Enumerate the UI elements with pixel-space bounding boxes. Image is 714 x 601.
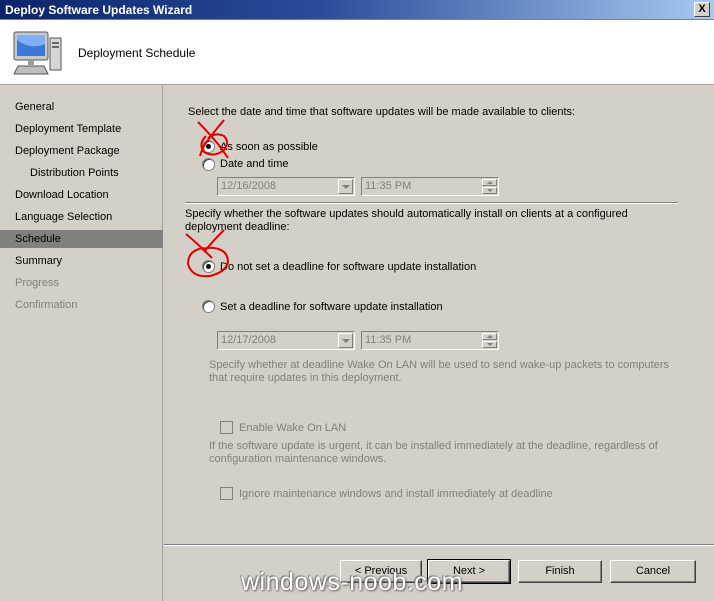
wol-description: Specify whether at deadline Wake On LAN … <box>209 359 670 384</box>
asap-label[interactable]: As soon as possible <box>220 141 318 154</box>
spin-down-icon[interactable] <box>482 341 497 348</box>
time-spinner[interactable] <box>482 333 497 348</box>
ignore-maintenance-label[interactable]: Ignore maintenance windows and install i… <box>239 488 553 501</box>
nav-item-summary[interactable]: Summary <box>0 252 163 270</box>
cancel-button[interactable]: Cancel <box>610 560 696 583</box>
spin-up-icon[interactable] <box>482 179 497 186</box>
page-header: Deployment Schedule <box>0 20 714 85</box>
set-deadline-radio[interactable] <box>202 300 215 313</box>
availability-time-picker[interactable]: 11:35 PM <box>361 177 499 196</box>
nav-item-general[interactable]: General <box>0 98 163 116</box>
nav-item-deployment-package[interactable]: Deployment Package <box>0 142 163 160</box>
wizard-window: Deploy Software Updates Wizard X Deploym… <box>0 0 714 601</box>
spin-down-icon[interactable] <box>482 187 497 194</box>
no-deadline-radio[interactable] <box>202 260 215 273</box>
deadline-prompt: Specify whether the software updates sho… <box>185 208 628 233</box>
deadline-time-picker[interactable]: 11:35 PM <box>361 331 499 350</box>
finish-button[interactable]: Finish <box>518 560 602 583</box>
window-title: Deploy Software Updates Wizard <box>5 3 193 17</box>
spin-up-icon[interactable] <box>482 333 497 340</box>
nav-item-progress: Progress <box>15 277 60 289</box>
chevron-down-icon[interactable] <box>338 333 353 348</box>
nav-item-language-selection[interactable]: Language Selection <box>0 208 163 226</box>
computer-icon <box>13 31 62 75</box>
section-divider <box>185 202 678 204</box>
datetime-label[interactable]: Date and time <box>220 158 288 171</box>
nav-item-schedule[interactable]: Schedule <box>0 230 163 248</box>
title-bar[interactable]: Deploy Software Updates Wizard X <box>0 0 714 20</box>
schedule-panel: Select the date and time that software u… <box>164 86 714 544</box>
ignore-maintenance-checkbox[interactable] <box>220 487 233 500</box>
footer-divider <box>164 544 714 546</box>
close-button[interactable]: X <box>694 2 710 17</box>
urgent-description: If the software update is urgent, it can… <box>209 440 658 465</box>
wol-label[interactable]: Enable Wake On LAN <box>239 422 346 435</box>
deadline-date-picker[interactable]: 12/17/2008 <box>217 331 355 350</box>
time-spinner[interactable] <box>482 179 497 194</box>
no-deadline-label[interactable]: Do not set a deadline for software updat… <box>220 261 476 274</box>
availability-prompt: Select the date and time that software u… <box>188 106 576 118</box>
deadline-time-value: 11:35 PM <box>365 334 412 346</box>
asap-radio[interactable] <box>202 140 215 153</box>
nav-item-download-location[interactable]: Download Location <box>0 186 163 204</box>
availability-time-value: 11:35 PM <box>365 180 412 192</box>
availability-date-picker[interactable]: 12/16/2008 <box>217 177 355 196</box>
nav-item-distribution-points[interactable]: Distribution Points <box>0 164 163 182</box>
nav-item-confirmation: Confirmation <box>15 299 78 311</box>
wizard-nav: General Deployment Template Deployment P… <box>0 86 163 601</box>
chevron-down-icon[interactable] <box>338 179 353 194</box>
deadline-date-value: 12/17/2008 <box>221 334 277 346</box>
wol-checkbox[interactable] <box>220 421 233 434</box>
availability-date-value: 12/16/2008 <box>221 180 277 192</box>
watermark: windows-noob.com <box>241 568 463 596</box>
nav-item-deployment-template[interactable]: Deployment Template <box>0 120 163 138</box>
datetime-radio[interactable] <box>202 158 215 171</box>
set-deadline-label[interactable]: Set a deadline for software update insta… <box>220 301 443 314</box>
page-title: Deployment Schedule <box>78 46 196 60</box>
